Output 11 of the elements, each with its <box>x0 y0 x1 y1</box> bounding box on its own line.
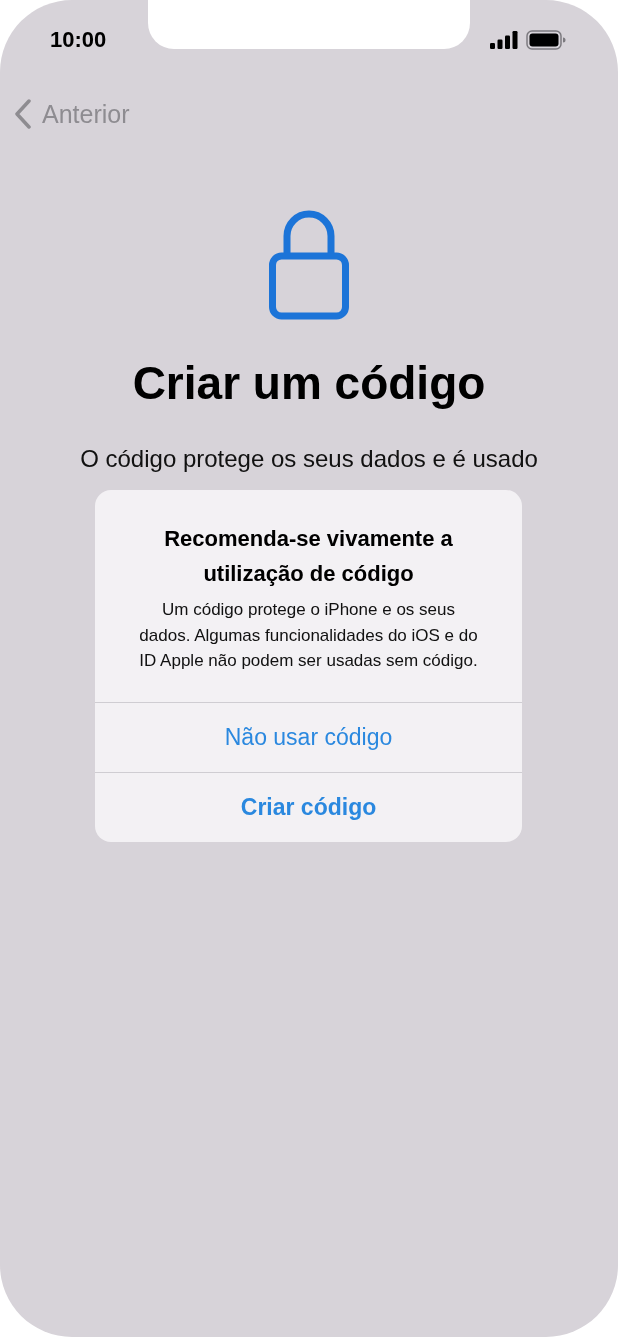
chevron-left-icon <box>14 99 32 129</box>
status-time: 10:00 <box>50 27 107 53</box>
alert-title: Recomenda-se vivamente a utilização de código <box>163 525 454 588</box>
alert-action-button[interactable]: Criar código <box>95 771 522 842</box>
back-link[interactable]: Anterior <box>14 99 130 129</box>
battery-icon <box>526 30 566 50</box>
alert-action-button[interactable]: Não usar código <box>95 701 522 772</box>
description-line: O código protege os seus dados e é usado <box>80 444 538 474</box>
alert-message: Um código protege o iPhone e os seus dados. Algumas funcionalidades do iOS e do ID Apple não podem ser usadas sem código. <box>138 599 479 672</box>
page-title: Criar um código <box>132 356 486 410</box>
signal-icon <box>490 31 518 49</box>
